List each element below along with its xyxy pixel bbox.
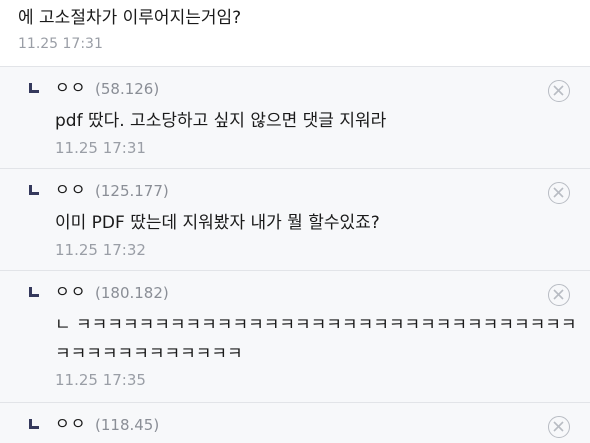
reply-text: 이미 PDF 땄는데 지워봤자 내가 뭘 할수있죠? (55, 213, 380, 233)
delete-button[interactable] (548, 80, 570, 102)
reply-text: ㄴ ㅋㅋㅋㅋㅋㅋㅋㅋㅋㅋㅋㅋㅋㅋㅋㅋㅋㅋㅋㅋㅋㅋㅋㅋㅋㅋㅋㅋㅋㅋㅋㅋㅋㅋㅋㅋㅋㅋ… (55, 315, 577, 364)
reply-ip: (180.182) (95, 284, 169, 302)
reply-arrow-icon (29, 419, 39, 429)
reply-time: 11.25 17:31 (55, 139, 146, 157)
reply-ip: (118.45) (95, 416, 160, 434)
close-icon (553, 187, 564, 198)
reply-arrow-icon (29, 83, 39, 93)
parent-comment: 에 고소절차가 이루어지는거임? 11.25 17:31 (0, 0, 590, 67)
delete-button[interactable] (548, 416, 570, 438)
reply-author[interactable]: ㅇㅇ (55, 414, 86, 434)
close-icon (553, 289, 564, 300)
reply-author[interactable]: ㅇㅇ (55, 282, 86, 302)
reply-time: 11.25 17:32 (55, 241, 146, 259)
delete-button[interactable] (548, 182, 570, 204)
reply-ip: (125.177) (95, 182, 169, 200)
reply-time: 11.25 17:35 (55, 371, 146, 389)
reply-item: ㅇㅇ (118.45) (0, 403, 590, 443)
reply-arrow-icon (29, 185, 39, 195)
reply-arrow-icon (29, 287, 39, 297)
reply-author[interactable]: ㅇㅇ (55, 78, 86, 98)
delete-button[interactable] (548, 284, 570, 306)
reply-item: ㅇㅇ (180.182) ㄴ ㅋㅋㅋㅋㅋㅋㅋㅋㅋㅋㅋㅋㅋㅋㅋㅋㅋㅋㅋㅋㅋㅋㅋㅋㅋ… (0, 271, 590, 403)
parent-comment-text: 에 고소절차가 이루어지는거임? (18, 8, 242, 28)
reply-author[interactable]: ㅇㅇ (55, 180, 86, 200)
reply-text: pdf 땄다. 고소당하고 싶지 않으면 댓글 지워라 (55, 111, 387, 131)
close-icon (553, 421, 564, 432)
parent-comment-time: 11.25 17:31 (18, 36, 103, 52)
close-icon (553, 85, 564, 96)
reply-item: ㅇㅇ (125.177) 이미 PDF 땄는데 지워봤자 내가 뭘 할수있죠? … (0, 169, 590, 271)
reply-item: ㅇㅇ (58.126) pdf 땄다. 고소당하고 싶지 않으면 댓글 지워라 … (0, 67, 590, 169)
reply-ip: (58.126) (95, 80, 160, 98)
